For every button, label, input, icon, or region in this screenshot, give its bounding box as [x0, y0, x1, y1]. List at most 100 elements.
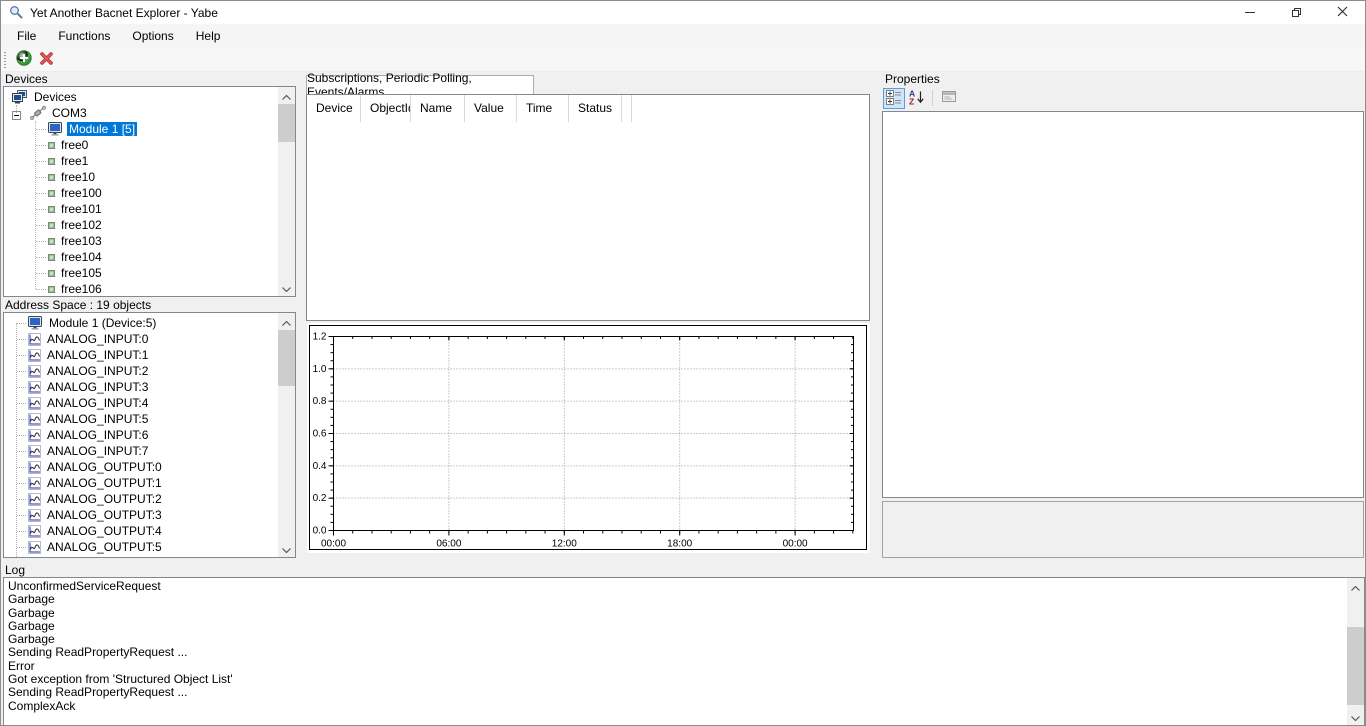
- tree-connector-stub: [36, 225, 46, 226]
- tree-item-label: free100: [59, 186, 104, 200]
- log-text: UnconfirmedServiceRequestGarbageGarbageG…: [4, 578, 1347, 725]
- scrollbar-down-button[interactable]: [278, 279, 295, 296]
- alphabetical-button[interactable]: AZ: [906, 88, 928, 109]
- property-description-panel: [882, 501, 1364, 558]
- tree-connector-stub: [17, 323, 26, 324]
- tree-item-label: ANALOG_OUTPUT:5: [45, 540, 164, 554]
- app-magnifier-icon: [9, 5, 24, 20]
- scrollbar-up-button[interactable]: [278, 313, 295, 330]
- devices-tree-panel: DevicesCOM3Module 1 [5]free0free1free10f…: [3, 86, 296, 297]
- scrollbar-up-button[interactable]: [278, 87, 295, 104]
- led-icon: [48, 286, 55, 293]
- tree-item-label: ANALOG_INPUT:4: [45, 396, 150, 410]
- svg-text:00:00: 00:00: [321, 539, 346, 550]
- tree-connector-stub: [17, 435, 26, 436]
- properties-panel-label: Properties: [885, 72, 940, 86]
- property-grid[interactable]: [882, 111, 1364, 498]
- tree-item[interactable]: ANALOG_INPUT:2: [4, 363, 278, 379]
- close-icon: [1337, 6, 1348, 20]
- tree-connector-stub: [36, 289, 46, 290]
- tree-connector-stub: [17, 515, 26, 516]
- categorized-button[interactable]: [883, 88, 905, 109]
- tree-item[interactable]: Module 1 (Device:5): [4, 315, 278, 331]
- scrollbar-thumb[interactable]: [1347, 627, 1364, 705]
- restore-button[interactable]: [1273, 1, 1319, 24]
- tree-item-label: ANALOG_OUTPUT:6: [45, 556, 164, 557]
- window-title: Yet Another Bacnet Explorer - Yabe: [30, 6, 218, 20]
- tree-connector-stub: [36, 273, 46, 274]
- tree-item-label: free10: [59, 170, 97, 184]
- scrollbar-down-button[interactable]: [1347, 708, 1364, 725]
- tree-connector-line: [16, 323, 17, 557]
- toolbar-grip[interactable]: [4, 52, 6, 68]
- analog-icon: [28, 349, 41, 362]
- svg-text:0.8: 0.8: [313, 396, 327, 407]
- tree-item[interactable]: ANALOG_INPUT:0: [4, 331, 278, 347]
- tree-connector-stub: [17, 483, 26, 484]
- svg-text:0.2: 0.2: [313, 493, 327, 504]
- tree-connector-line: [35, 121, 36, 289]
- tree-item[interactable]: ANALOG_OUTPUT:1: [4, 475, 278, 491]
- log-panel[interactable]: UnconfirmedServiceRequestGarbageGarbageG…: [3, 577, 1365, 726]
- tree-item[interactable]: ANALOG_INPUT:4: [4, 395, 278, 411]
- remove-device-button[interactable]: [35, 49, 58, 71]
- column-header-time[interactable]: Time: [517, 95, 569, 122]
- property-pages-icon: [941, 89, 957, 108]
- tree-item[interactable]: ANALOG_OUTPUT:5: [4, 539, 278, 555]
- close-button[interactable]: [1319, 1, 1365, 24]
- devices-tree-scrollbar[interactable]: [278, 87, 295, 296]
- led-icon: [48, 222, 55, 229]
- tree-item-label: COM3: [50, 106, 89, 120]
- tree-item[interactable]: ANALOG_OUTPUT:4: [4, 523, 278, 539]
- properties-toolbar-separator: [932, 90, 933, 106]
- device-icon: [28, 316, 43, 330]
- tree-connector-stub: [17, 419, 26, 420]
- tree-item[interactable]: ANALOG_INPUT:7: [4, 443, 278, 459]
- menu-item-help[interactable]: Help: [185, 24, 232, 48]
- chevron-down-icon: [1351, 710, 1360, 724]
- address-tree-scrollbar[interactable]: [278, 313, 295, 557]
- tree-item[interactable]: ANALOG_INPUT:3: [4, 379, 278, 395]
- tree-item[interactable]: ANALOG_INPUT:6: [4, 427, 278, 443]
- log-line: Sending ReadPropertyRequest ...: [8, 686, 1343, 699]
- window-controls: [1227, 1, 1365, 24]
- svg-text:1.0: 1.0: [313, 364, 327, 375]
- tab-subscriptions[interactable]: Subscriptions, Periodic Polling, Events/…: [306, 75, 534, 94]
- scrollbar-up-button[interactable]: [1347, 578, 1364, 595]
- log-scrollbar[interactable]: [1347, 578, 1364, 725]
- tree-connector-stub: [36, 241, 46, 242]
- menu-item-functions[interactable]: Functions: [47, 24, 121, 48]
- tree-item[interactable]: ANALOG_OUTPUT:3: [4, 507, 278, 523]
- tree-item[interactable]: ANALOG_OUTPUT:6: [4, 555, 278, 557]
- log-line: Garbage: [8, 633, 1343, 646]
- tree-item[interactable]: ANALOG_OUTPUT:2: [4, 491, 278, 507]
- add-device-button[interactable]: [12, 49, 35, 71]
- alphabetical-icon: AZ: [909, 89, 925, 108]
- column-header-name[interactable]: Name: [411, 95, 465, 122]
- analog-icon: [28, 477, 41, 490]
- column-header-value[interactable]: Value: [465, 95, 517, 122]
- column-header-objectid[interactable]: ObjectId: [361, 95, 411, 122]
- column-header-status[interactable]: Status: [569, 95, 622, 122]
- scrollbar-thumb[interactable]: [278, 104, 295, 142]
- tree-item-label: ANALOG_INPUT:0: [45, 332, 150, 346]
- menu-item-options[interactable]: Options: [121, 24, 184, 48]
- column-header-device[interactable]: Device: [307, 95, 361, 122]
- tree-item-label: free104: [59, 250, 104, 264]
- tree-item[interactable]: Devices: [4, 89, 278, 105]
- analog-icon: [28, 493, 41, 506]
- scrollbar-down-button[interactable]: [278, 540, 295, 557]
- menu-item-file[interactable]: File: [6, 24, 47, 48]
- address-space-panel: Module 1 (Device:5)ANALOG_INPUT:0ANALOG_…: [3, 312, 296, 558]
- tree-item-label: ANALOG_OUTPUT:4: [45, 524, 164, 538]
- scrollbar-thumb[interactable]: [278, 330, 295, 386]
- tree-item[interactable]: ANALOG_INPUT:5: [4, 411, 278, 427]
- tree-item-label: Module 1 [5]: [67, 122, 137, 136]
- device-icon: [48, 122, 63, 136]
- tree-item[interactable]: ANALOG_INPUT:1: [4, 347, 278, 363]
- tree-item[interactable]: COM3: [4, 105, 278, 121]
- property-pages-button: [938, 88, 960, 109]
- tree-item[interactable]: ANALOG_OUTPUT:0: [4, 459, 278, 475]
- minimize-button[interactable]: [1227, 1, 1273, 24]
- tree-connector-stub: [36, 129, 46, 130]
